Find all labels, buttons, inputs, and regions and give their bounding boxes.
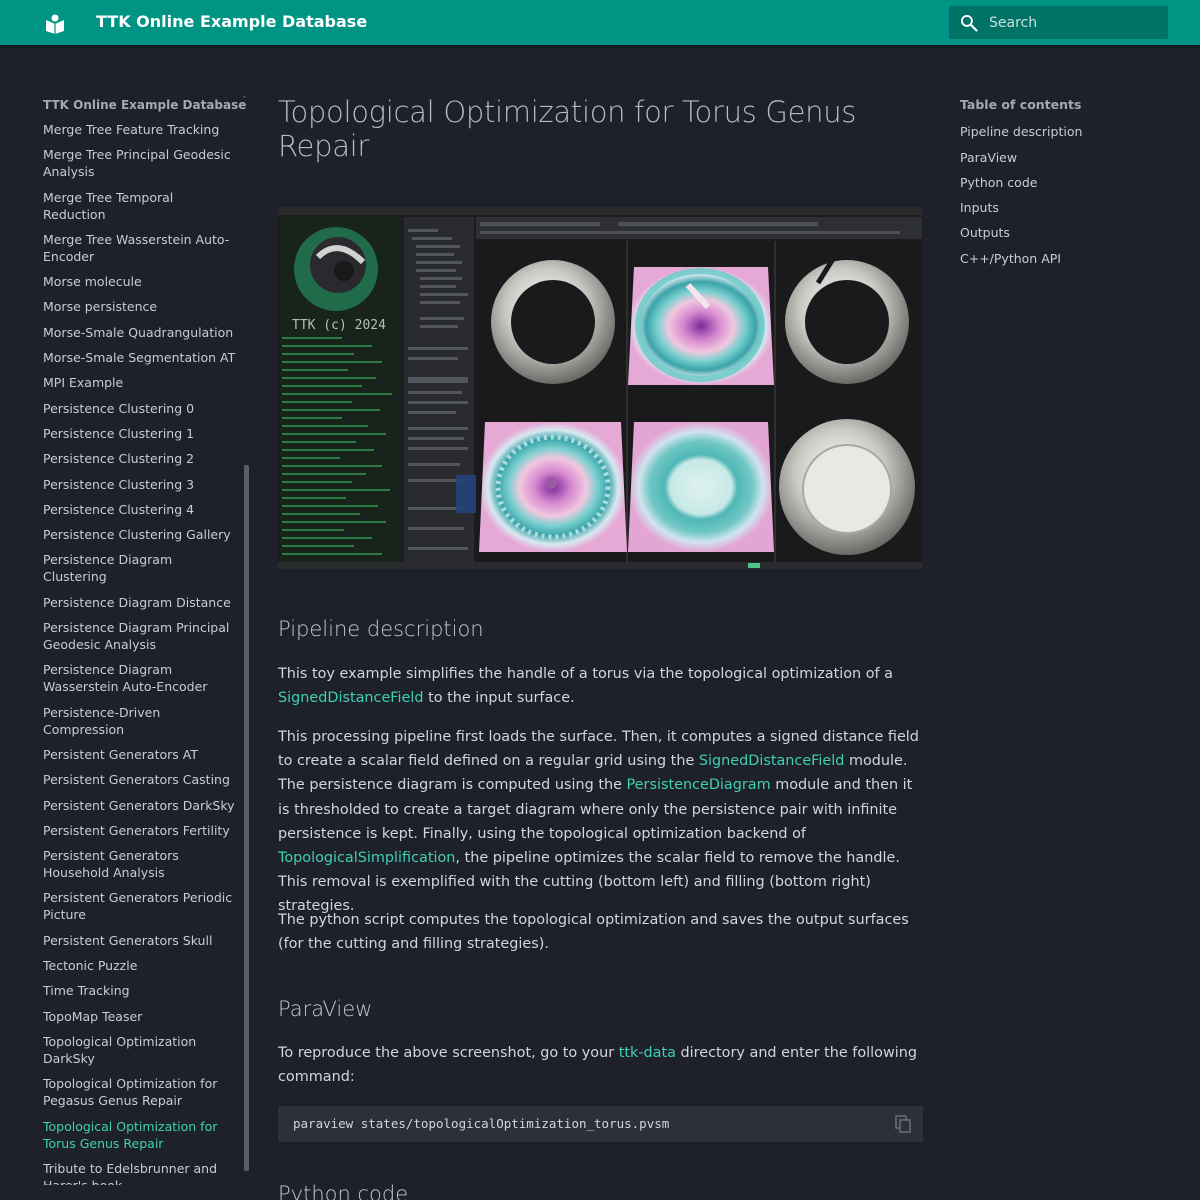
code-block[interactable]: paraview states/topologicalOptimization_… (278, 1106, 923, 1142)
sidebar-item[interactable]: Persistence Clustering Gallery (43, 526, 238, 543)
sidebar-item[interactable]: Persistence Diagram Clustering (43, 551, 238, 585)
toc-item[interactable]: Inputs (960, 199, 1170, 216)
link-persistencediagram[interactable]: PersistenceDiagram (627, 777, 771, 793)
ttk-logo-text: TTK (c) 2024 (292, 318, 386, 333)
sidebar-scrollbar[interactable] (244, 465, 249, 1171)
sidebar-item[interactable]: Time Tracking (43, 982, 238, 999)
sidebar-item[interactable]: Topological Optimization DarkSky (43, 1033, 238, 1067)
book-logo-icon[interactable] (44, 12, 66, 34)
sidebar-item[interactable]: Morse persistence (43, 298, 238, 315)
link-signeddistancefield[interactable]: SignedDistanceField (278, 690, 424, 706)
caret-up-icon[interactable]: ˆ (242, 96, 247, 106)
sidebar-item[interactable]: Persistence-Driven Compression (43, 704, 238, 738)
sidebar-item[interactable]: Persistence Clustering 3 (43, 476, 238, 493)
search-input[interactable] (989, 6, 1159, 39)
paragraph-text: This toy example simplifies the handle o… (278, 666, 893, 682)
sidebar-item[interactable]: Persistent Generators Skull (43, 932, 238, 949)
sidebar-item[interactable]: Morse-Smale Segmentation AT (43, 349, 238, 366)
sidebar-item[interactable]: MPI Example (43, 374, 238, 391)
sidebar-item[interactable]: Persistence Diagram Distance (43, 594, 238, 611)
paraview-screenshot-image: TTK (c) 2024 (278, 207, 922, 569)
copy-icon[interactable] (895, 1115, 911, 1133)
sidebar-item[interactable]: Persistence Clustering 0 (43, 400, 238, 417)
section-heading-paraview: ParaView (278, 997, 373, 1021)
sidebar-item[interactable]: Topological Optimization for Pegasus Gen… (43, 1075, 238, 1109)
search-box[interactable] (949, 6, 1168, 39)
sidebar-item[interactable]: Persistence Diagram Principal Geodesic A… (43, 619, 238, 653)
table-of-contents: Table of contents Pipeline description Pa… (960, 95, 1170, 267)
sidebar-item[interactable]: Persistent Generators Casting (43, 771, 238, 788)
code-text: paraview states/topologicalOptimization_… (293, 1116, 670, 1131)
site-title[interactable]: TTK Online Example Database (96, 12, 367, 31)
paragraph-paraview: To reproduce the above screenshot, go to… (278, 1041, 923, 1089)
sidebar-item[interactable]: Persistent Generators DarkSky (43, 797, 238, 814)
top-header: TTK Online Example Database (0, 0, 1200, 45)
link-ttk-data[interactable]: ttk-data (619, 1045, 676, 1061)
paragraph-text: to the input surface. (423, 690, 575, 707)
main-content: Topological Optimization for Torus Genus… (278, 95, 923, 1200)
sidebar-title[interactable]: TTK Online Example Database (43, 95, 248, 115)
section-heading-python: Python code (278, 1182, 409, 1200)
paragraph-python-summary: The python script computes the topologic… (278, 912, 909, 953)
sidebar-item[interactable]: Topological Optimization for Torus Genus… (43, 1118, 238, 1152)
sidebar-item[interactable]: Tectonic Puzzle (43, 957, 238, 974)
sidebar-item[interactable]: Tribute to Edelsbrunner and Harer's book (43, 1160, 238, 1185)
sidebar-item[interactable]: Merge Tree Wasserstein Auto-Encoder (43, 231, 238, 265)
toc-item[interactable]: Python code (960, 174, 1170, 191)
sidebar-item[interactable]: Persistent Generators Periodic Picture (43, 889, 238, 923)
sidebar-item[interactable]: Merge Tree Feature Tracking (43, 121, 238, 138)
link-topologicalsimplification[interactable]: TopologicalSimplification (278, 850, 455, 866)
toc-item[interactable]: Pipeline description (960, 123, 1170, 140)
sidebar-item[interactable]: Persistence Diagram Wasserstein Auto-Enc… (43, 661, 238, 695)
sidebar-item[interactable]: Persistent Generators AT (43, 746, 238, 763)
sidebar-nav: TTK Online Example Database Merge Tree F… (43, 95, 248, 1185)
paragraph-text: To reproduce the above screenshot, go to… (278, 1045, 619, 1061)
sidebar-item[interactable]: Merge Tree Temporal Reduction (43, 189, 238, 223)
toc-title: Table of contents (960, 97, 1082, 112)
toc-item[interactable]: Outputs (960, 224, 1170, 241)
sidebar-item[interactable]: Persistence Clustering 4 (43, 501, 238, 518)
sidebar-item[interactable]: Persistent Generators Fertility (43, 822, 238, 839)
search-icon (961, 15, 978, 32)
paragraph-intro: This toy example simplifies the handle o… (278, 662, 923, 710)
toc-item[interactable]: ParaView (960, 149, 1170, 166)
sidebar-item[interactable]: Morse molecule (43, 273, 238, 290)
toc-list: Pipeline description ParaView Python code I… (960, 123, 1170, 266)
sidebar-item[interactable]: Persistence Clustering 1 (43, 425, 238, 442)
sidebar-item[interactable]: Morse-Smale Quadrangulation (43, 324, 238, 341)
sidebar-item[interactable]: Persistent Generators Household Analysis (43, 847, 238, 881)
sidebar-item[interactable]: Persistence Clustering 2 (43, 450, 238, 467)
section-heading-pipeline: Pipeline description (278, 617, 484, 641)
page-title: Topological Optimization for Torus Genus… (278, 95, 857, 163)
sidebar-item[interactable]: Merge Tree Principal Geodesic Analysis (43, 146, 238, 180)
paragraph-pipeline: This processing pipeline first loads the… (278, 725, 923, 919)
link-signeddistancefield-2[interactable]: SignedDistanceField (699, 753, 845, 769)
paraview-screenshot: TTK (c) 2024 (278, 207, 922, 569)
toc-item[interactable]: C++/Python API (960, 250, 1170, 267)
sidebar-list: Merge Tree Feature Tracking Merge Tree Pr… (43, 121, 248, 1185)
sidebar-item[interactable]: TopoMap Teaser (43, 1008, 238, 1025)
